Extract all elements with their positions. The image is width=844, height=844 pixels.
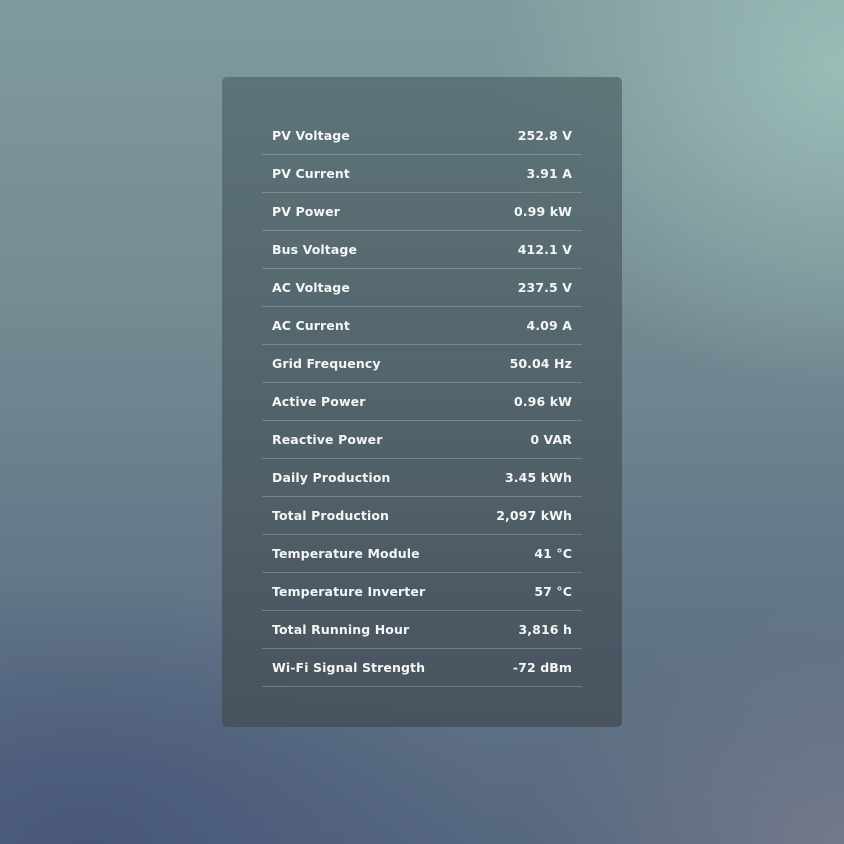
reading-label: Total Running Hour xyxy=(272,622,410,637)
reading-row-wifi-signal-strength: Wi-Fi Signal Strength -72 dBm xyxy=(262,649,582,687)
reading-value: 237.5 V xyxy=(517,280,572,295)
reading-value: 57 °C xyxy=(534,584,572,599)
reading-row-ac-voltage: AC Voltage 237.5 V xyxy=(262,269,582,307)
reading-label: Temperature Module xyxy=(272,546,420,561)
reading-label: PV Power xyxy=(272,204,340,219)
reading-row-pv-voltage: PV Voltage 252.8 V xyxy=(262,117,582,155)
reading-value: 412.1 V xyxy=(517,242,572,257)
reading-value: -72 dBm xyxy=(512,660,572,675)
reading-row-daily-production: Daily Production 3.45 kWh xyxy=(262,459,582,497)
reading-value: 0.96 kW xyxy=(514,394,572,409)
reading-row-active-power: Active Power 0.96 kW xyxy=(262,383,582,421)
reading-value: 4.09 A xyxy=(526,318,572,333)
reading-value: 2,097 kWh xyxy=(496,508,572,523)
reading-row-total-running-hour: Total Running Hour 3,816 h xyxy=(262,611,582,649)
reading-value: 252.8 V xyxy=(517,128,572,143)
reading-value: 50.04 Hz xyxy=(509,356,572,371)
reading-value: 3.91 A xyxy=(526,166,572,181)
reading-label: PV Voltage xyxy=(272,128,350,143)
reading-label: Wi-Fi Signal Strength xyxy=(272,660,426,675)
reading-row-bus-voltage: Bus Voltage 412.1 V xyxy=(262,231,582,269)
reading-label: Temperature Inverter xyxy=(272,584,426,599)
reading-label: Total Production xyxy=(272,508,390,523)
reading-label: Grid Frequency xyxy=(272,356,381,371)
reading-row-reactive-power: Reactive Power 0 VAR xyxy=(262,421,582,459)
reading-label: PV Current xyxy=(272,166,350,181)
reading-row-temperature-module: Temperature Module 41 °C xyxy=(262,535,582,573)
inverter-readings-panel: PV Voltage 252.8 V PV Current 3.91 A PV … xyxy=(222,77,622,727)
reading-row-pv-power: PV Power 0.99 kW xyxy=(262,193,582,231)
reading-label: AC Current xyxy=(272,318,350,333)
reading-value: 0.99 kW xyxy=(514,204,572,219)
reading-label: Bus Voltage xyxy=(272,242,358,257)
reading-row-pv-current: PV Current 3.91 A xyxy=(262,155,582,193)
reading-row-grid-frequency: Grid Frequency 50.04 Hz xyxy=(262,345,582,383)
reading-value: 3,816 h xyxy=(518,622,572,637)
reading-value: 0 VAR xyxy=(530,432,572,447)
reading-label: Active Power xyxy=(272,394,366,409)
reading-label: AC Voltage xyxy=(272,280,350,295)
reading-value: 41 °C xyxy=(534,546,572,561)
reading-label: Daily Production xyxy=(272,470,391,485)
reading-row-temperature-inverter: Temperature Inverter 57 °C xyxy=(262,573,582,611)
reading-value: 3.45 kWh xyxy=(505,470,572,485)
reading-row-ac-current: AC Current 4.09 A xyxy=(262,307,582,345)
reading-label: Reactive Power xyxy=(272,432,383,447)
reading-row-total-production: Total Production 2,097 kWh xyxy=(262,497,582,535)
